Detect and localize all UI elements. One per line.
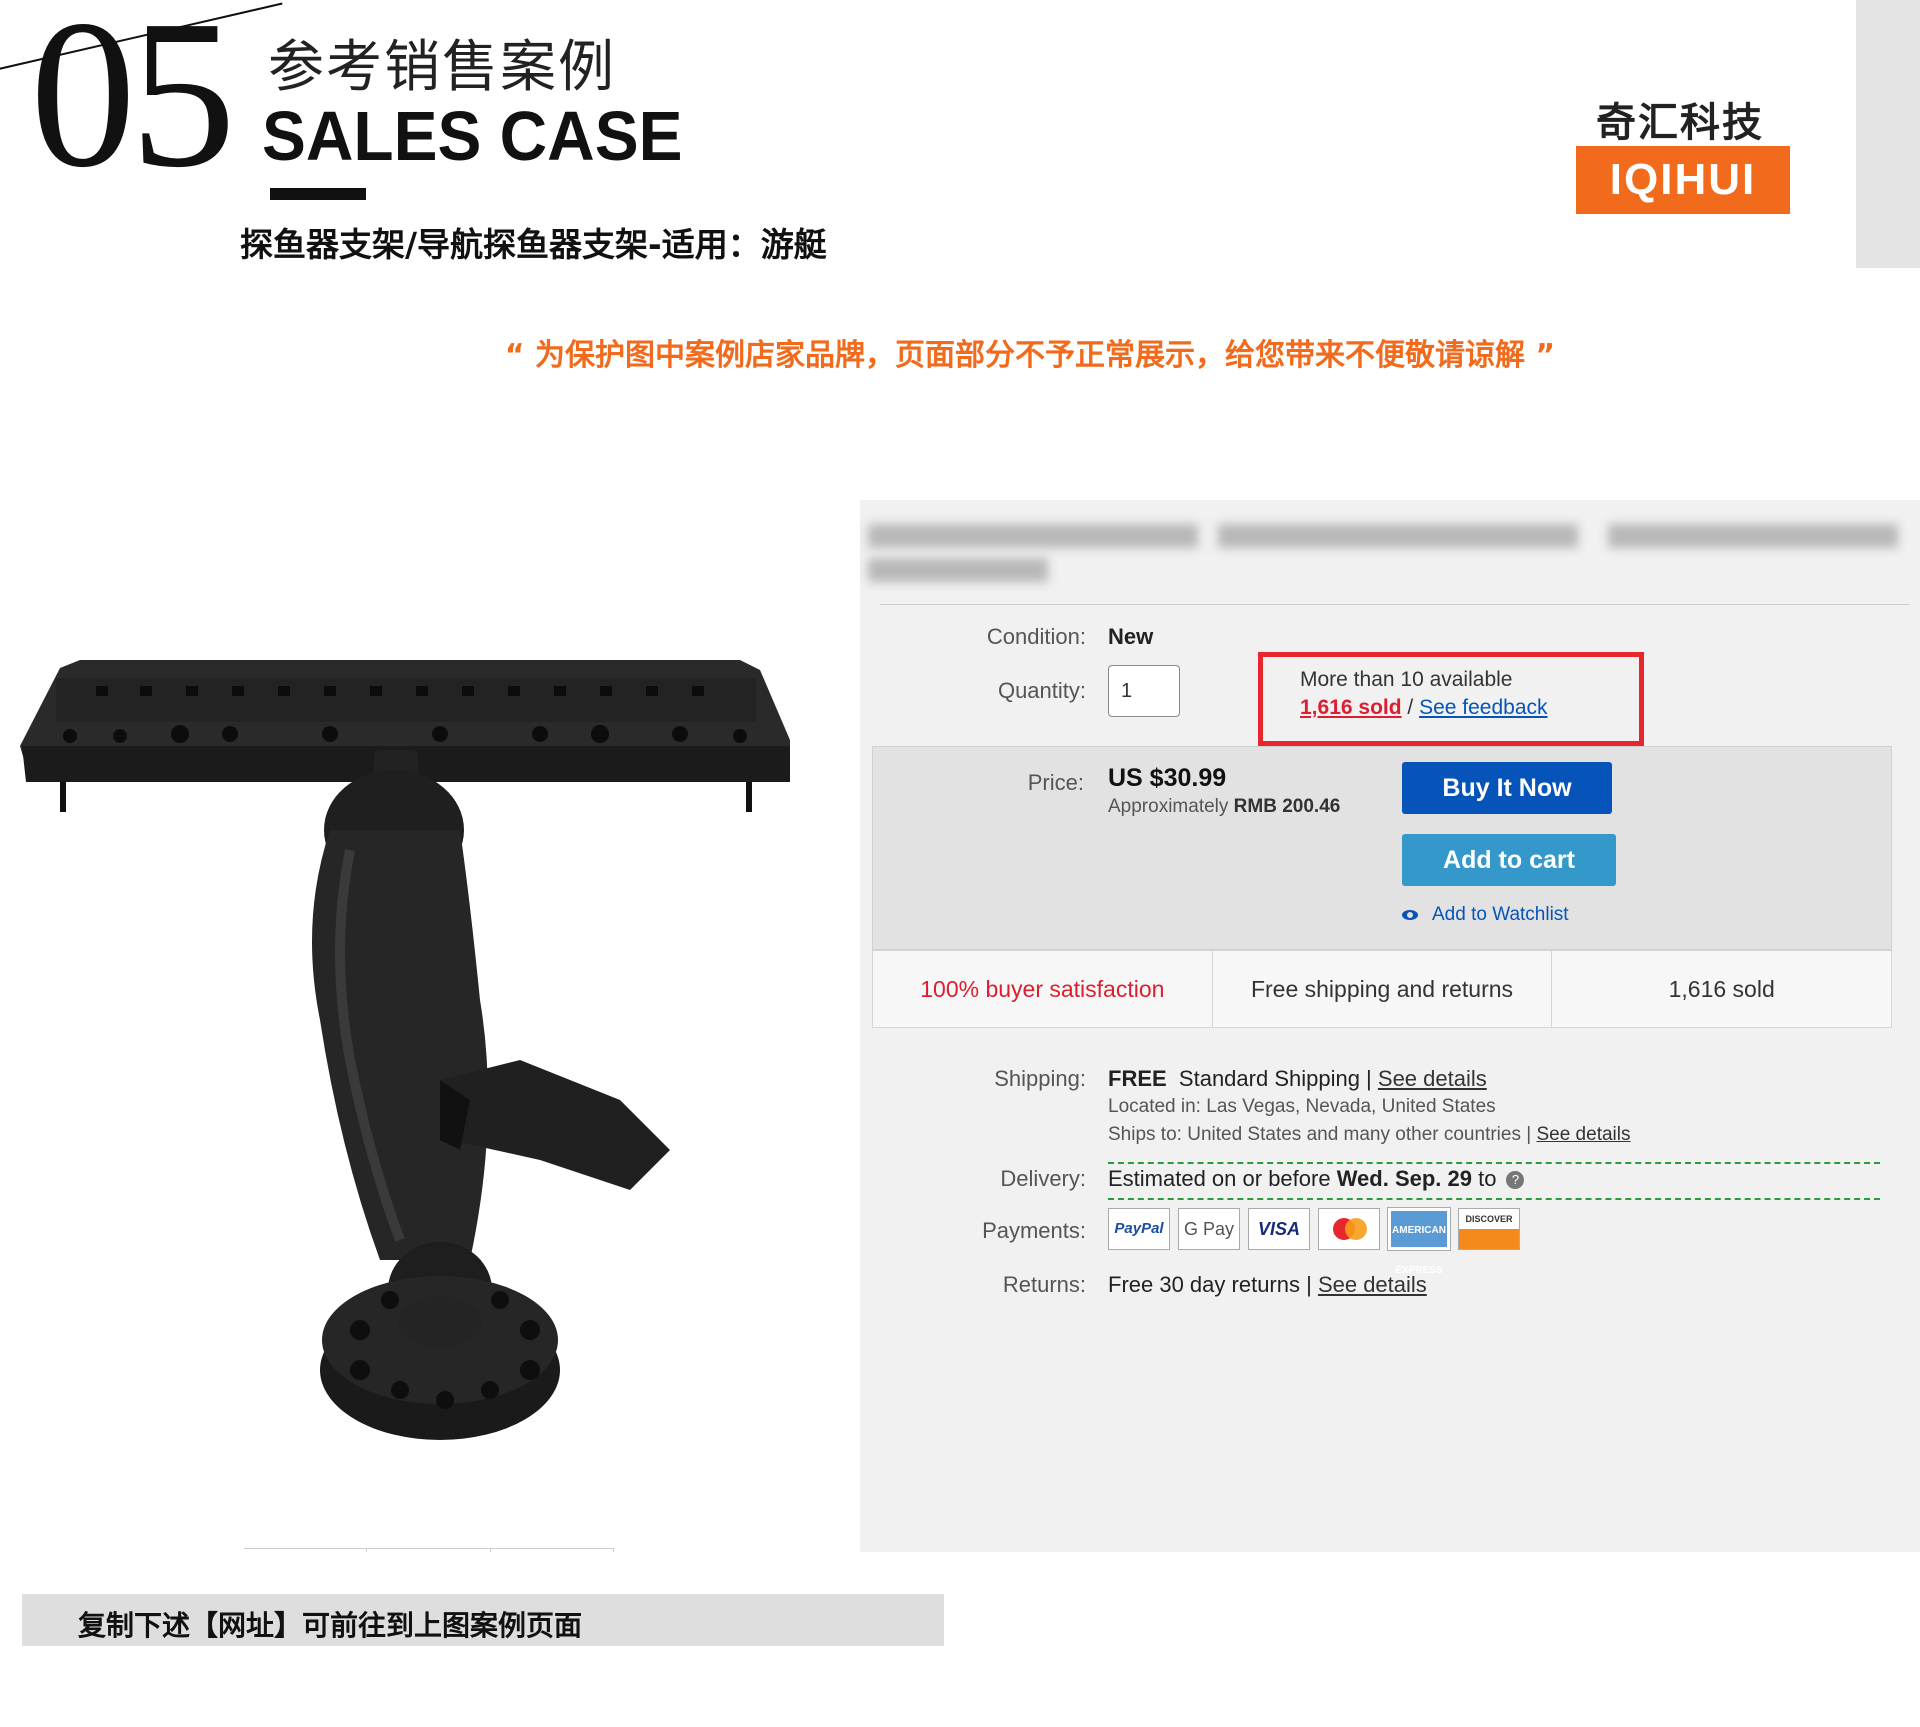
condition-value: New xyxy=(1108,624,1154,649)
blurred-listing-title xyxy=(868,514,1908,584)
footer-bar: 复制下述【网址】可前往到上图案例页面 xyxy=(22,1594,944,1646)
thumbnail-strip xyxy=(244,1548,614,1552)
eye-icon xyxy=(1402,909,1418,920)
title-divider xyxy=(880,604,1910,605)
approx-value: RMB 200.46 xyxy=(1233,796,1341,817)
availability-text: More than 10 available xyxy=(1300,668,1513,691)
add-to-watchlist-link[interactable]: Add to Watchlist xyxy=(1402,904,1569,926)
located-label: Located in: xyxy=(1108,1096,1207,1117)
watchlist-label: Add to Watchlist xyxy=(1432,904,1569,925)
shipping-free: FREE xyxy=(1108,1066,1167,1091)
section-title-en: SALES CASE xyxy=(262,97,683,175)
ships-to-label: Ships to: xyxy=(1108,1124,1188,1145)
discover-icon: DISCOVER xyxy=(1458,1208,1520,1250)
brand-logo-box: IQIHUI xyxy=(1576,146,1790,214)
approx-price: Approximately RMB 200.46 xyxy=(1108,796,1340,818)
ships-to-see-details-link[interactable]: See details xyxy=(1536,1124,1630,1145)
link-separator: / xyxy=(1401,696,1420,719)
returns-label: Returns: xyxy=(1002,1272,1086,1297)
quantity-input[interactable]: 1 xyxy=(1108,665,1180,717)
ships-to-line: Ships to: United States and many other c… xyxy=(1108,1124,1630,1146)
sold-feedback-line: 1,616 sold / See feedback xyxy=(1300,696,1548,720)
google-pay-icon: G Pay xyxy=(1178,1208,1240,1250)
shipping-line: FREE Standard Shipping | See details xyxy=(1108,1066,1487,1092)
footer-instruction: 复制下述【网址】可前往到上图案例页面 xyxy=(78,1609,583,1642)
shipping-see-details-link[interactable]: See details xyxy=(1378,1066,1487,1091)
sold-count-stat: 1,616 sold xyxy=(1668,976,1775,1002)
delivery-date: Wed. Sep. 29 xyxy=(1336,1166,1472,1191)
delivery-line: Estimated on or before Wed. Sep. 29 to? xyxy=(1108,1166,1525,1192)
payment-methods: PayPal G Pay VISA AMERICAN EXPRESS DISCO… xyxy=(1108,1207,1520,1276)
help-icon[interactable]: ? xyxy=(1506,1171,1525,1190)
price-label: Price: xyxy=(1027,770,1084,795)
mastercard-icon xyxy=(1318,1208,1380,1250)
brand-name-cn: 奇汇科技 xyxy=(1596,100,1764,146)
price-value: US $30.99 xyxy=(1108,764,1227,792)
delivery-bottom-border xyxy=(1108,1198,1880,1200)
returns-value: Free 30 day returns | xyxy=(1108,1272,1318,1297)
quantity-label: Quantity: xyxy=(997,678,1086,703)
delivery-label: Delivery: xyxy=(1000,1166,1086,1191)
shipping-label: Shipping: xyxy=(994,1066,1086,1091)
returns-line: Free 30 day returns | See details xyxy=(1108,1272,1427,1298)
stats-row: 100% buyer satisfaction Free shipping an… xyxy=(872,950,1892,1028)
amex-icon: AMERICAN EXPRESS xyxy=(1387,1207,1451,1276)
located-value: Las Vegas, Nevada, United States xyxy=(1206,1096,1496,1117)
shipping-method: Standard Shipping | xyxy=(1178,1066,1378,1091)
approx-prefix: Approximately xyxy=(1108,796,1234,817)
add-to-cart-button[interactable]: Add to cart xyxy=(1402,834,1616,886)
side-decor-bar xyxy=(1856,0,1920,268)
buy-it-now-button[interactable]: Buy It Now xyxy=(1402,762,1612,814)
free-shipping-stat: Free shipping and returns xyxy=(1213,951,1553,1027)
delivery-top-border xyxy=(1108,1162,1880,1164)
product-image xyxy=(0,500,860,1552)
privacy-notice: “ 为保护图中案例店家品牌，页面部分不予正常展示，给您带来不便敬请谅解 ” xyxy=(504,338,1556,373)
buyer-satisfaction-stat: 100% buyer satisfaction xyxy=(873,951,1213,1027)
fishfinder-mount-photo xyxy=(20,660,790,1440)
visa-icon: VISA xyxy=(1248,1208,1310,1250)
sold-count-link[interactable]: 1,616 sold xyxy=(1300,696,1402,719)
returns-see-details-link[interactable]: See details xyxy=(1318,1272,1427,1297)
delivery-prefix: Estimated on or before xyxy=(1108,1166,1337,1191)
condition-label: Condition: xyxy=(986,624,1086,649)
title-underline xyxy=(270,188,366,200)
product-subtitle: 探鱼器支架/导航探鱼器支架-适用：游艇 xyxy=(240,225,827,264)
section-number: 05 xyxy=(30,0,236,211)
payments-label: Payments: xyxy=(982,1218,1086,1243)
ships-to-value: United States and many other countries | xyxy=(1187,1124,1537,1145)
see-feedback-link[interactable]: See feedback xyxy=(1419,696,1547,719)
listing-screenshot: Condition: New Quantity: 1 More than 10 … xyxy=(860,500,1920,1552)
located-line: Located in: Las Vegas, Nevada, United St… xyxy=(1108,1096,1496,1118)
delivery-suffix: to xyxy=(1472,1166,1497,1191)
paypal-icon: PayPal xyxy=(1108,1208,1170,1250)
section-title-cn: 参考销售案例 xyxy=(268,35,616,100)
